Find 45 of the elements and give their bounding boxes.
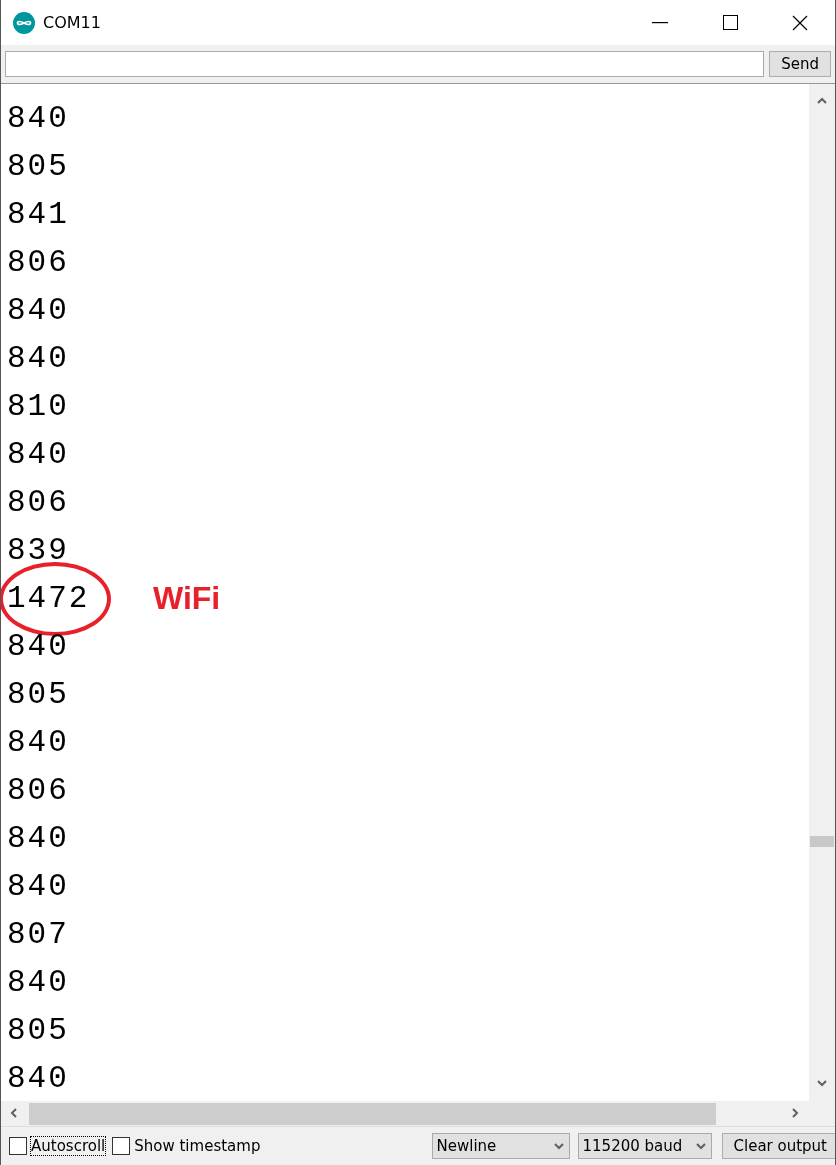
- scroll-thumb[interactable]: [810, 836, 834, 847]
- clear-output-button[interactable]: Clear output: [721, 1133, 835, 1159]
- close-icon: [792, 14, 808, 31]
- maximize-icon: [722, 15, 738, 30]
- serial-value: 1472: [7, 582, 90, 614]
- baud-rate-select[interactable]: 115200 baud: [577, 1133, 712, 1159]
- annotation-label: WiFi: [153, 580, 221, 617]
- serial-value: 840: [7, 630, 69, 662]
- serial-value: 840: [7, 438, 69, 470]
- serial-value: 806: [7, 774, 69, 806]
- send-button[interactable]: Send: [769, 51, 831, 77]
- serial-value: 840: [7, 1062, 69, 1094]
- dropdown-caret-icon[interactable]: [694, 1140, 707, 1152]
- scroll-right-icon[interactable]: [789, 1107, 801, 1119]
- serial-value: 841: [7, 198, 69, 230]
- window-title: COM11: [43, 13, 102, 32]
- serial-value: 840: [7, 342, 69, 374]
- serial-value: 805: [7, 150, 69, 182]
- timestamp-label: Show timestamp: [134, 1137, 261, 1155]
- dropdown-caret-icon[interactable]: [552, 1140, 565, 1152]
- autoscroll-label: Autoscroll: [31, 1137, 106, 1155]
- serial-value: 840: [7, 102, 69, 134]
- serial-value: 840: [7, 726, 69, 758]
- serial-value: 840: [7, 966, 69, 998]
- serial-value: 807: [7, 918, 69, 950]
- scroll-down-icon[interactable]: [816, 1077, 828, 1089]
- serial-value: 806: [7, 486, 69, 518]
- horizontal-scrollbar[interactable]: [1, 1101, 835, 1126]
- vertical-scrollbar[interactable]: [809, 84, 835, 1101]
- scroll-thumb[interactable]: [29, 1102, 716, 1125]
- serial-value: 840: [7, 822, 69, 854]
- serial-value: 810: [7, 390, 69, 422]
- serial-value: 806: [7, 246, 69, 278]
- serial-value: 839: [7, 534, 69, 566]
- infinity-logo-icon: [13, 11, 35, 34]
- serial-value: 840: [7, 294, 69, 326]
- serial-value: 805: [7, 678, 69, 710]
- message-input-field[interactable]: [5, 51, 765, 77]
- minimize-icon: [652, 21, 668, 24]
- autoscroll-checkbox[interactable]: [9, 1137, 27, 1155]
- line-ending-select[interactable]: Newline: [431, 1133, 570, 1159]
- serial-value: 840: [7, 870, 69, 902]
- scroll-left-icon[interactable]: [8, 1107, 20, 1119]
- timestamp-checkbox[interactable]: [112, 1137, 131, 1155]
- serial-value: 805: [7, 1014, 69, 1046]
